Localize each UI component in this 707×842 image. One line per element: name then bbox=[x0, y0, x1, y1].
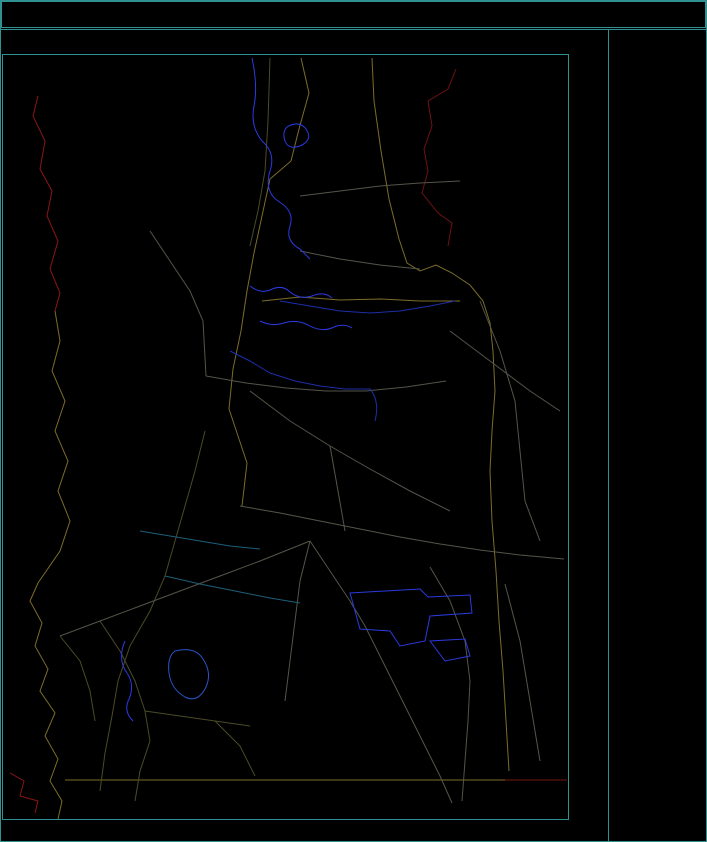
radar-map bbox=[2, 54, 569, 820]
content-area bbox=[1, 29, 706, 841]
status-row bbox=[1, 31, 608, 54]
map-pane bbox=[1, 31, 608, 841]
dbz-colorbar bbox=[615, 78, 646, 478]
bottom-km-axis bbox=[1, 819, 608, 841]
window-title bbox=[1, 1, 706, 28]
radar-app-window bbox=[0, 0, 707, 842]
legend-panel bbox=[609, 30, 706, 841]
map-labels-layer bbox=[3, 55, 568, 819]
